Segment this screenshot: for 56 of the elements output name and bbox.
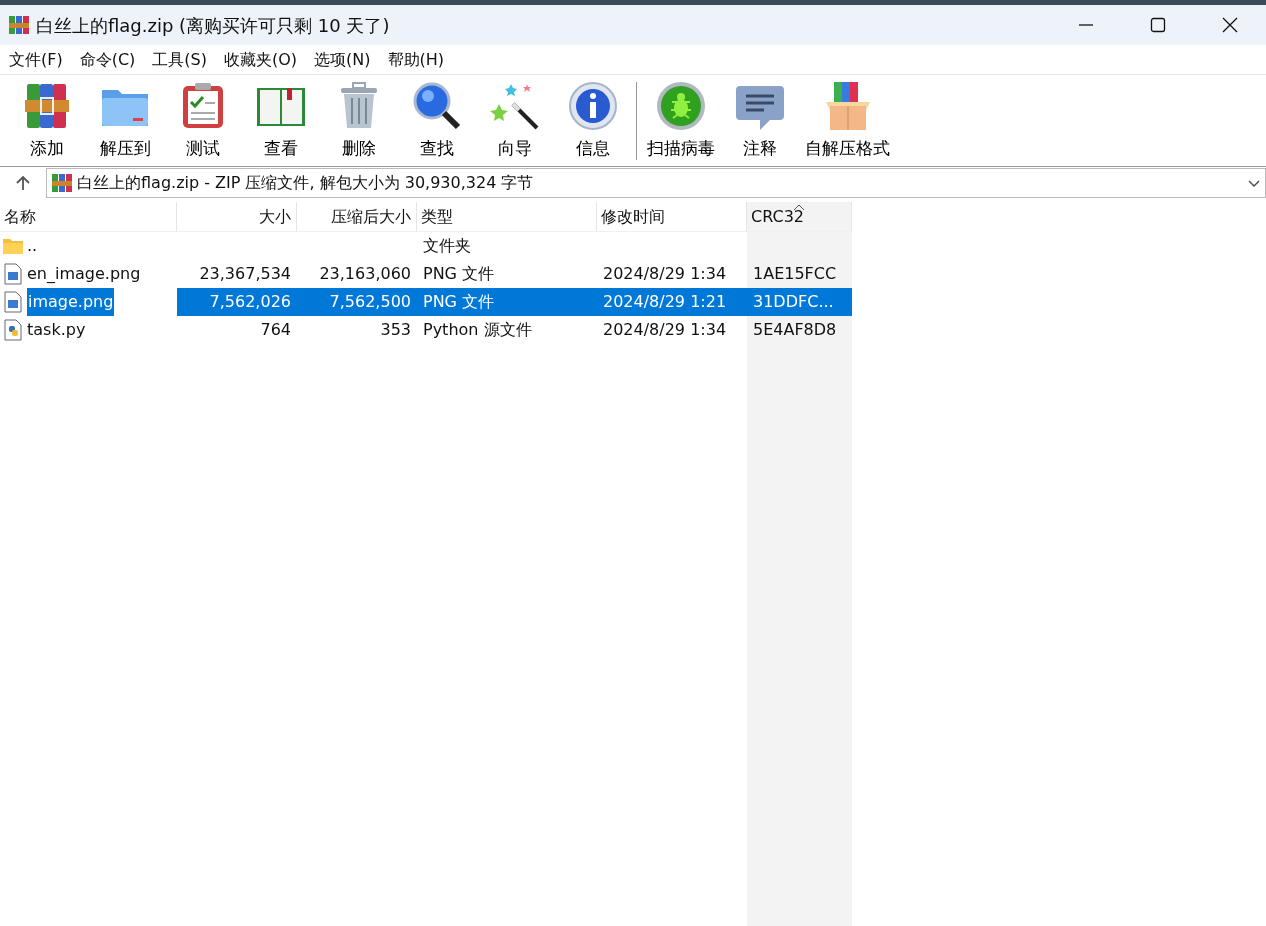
file-row-name[interactable]: task.py (0, 316, 177, 344)
close-icon (1222, 17, 1238, 33)
toolbar-button[interactable]: 查找 (398, 79, 476, 162)
table-cell: 7,562,026 (177, 288, 297, 316)
file-row-name[interactable]: en_image.png (0, 260, 177, 288)
column-header[interactable]: 名称 (0, 202, 177, 232)
toolbar-button[interactable]: 自解压格式 (799, 79, 896, 162)
image-file-icon (2, 263, 24, 285)
bug-icon (655, 79, 707, 132)
toolbar-button[interactable]: 信息 (554, 79, 632, 162)
menu-item[interactable]: 收藏夹(O) (217, 47, 308, 72)
table-cell-text: PNG 文件 (422, 263, 496, 285)
table-cell: 5E4AF8D8 (747, 316, 852, 344)
menu-item[interactable]: 命令(C) (72, 47, 146, 72)
table-cell-text: 23,163,060 (318, 263, 412, 285)
maximize-icon (1150, 17, 1166, 33)
file-row-name[interactable]: .. (0, 232, 177, 260)
menu-item[interactable]: 选项(N) (307, 47, 381, 72)
table-cell: 1AE15FCC (747, 260, 852, 288)
up-arrow-icon (14, 174, 32, 192)
toolbar-button[interactable]: 添加 (8, 79, 86, 162)
toolbar-button[interactable]: 测试 (164, 79, 242, 162)
toolbar-button[interactable]: 解压到 (86, 79, 164, 162)
archive-icon (8, 14, 30, 36)
column-header[interactable]: CRC32 (747, 202, 852, 232)
column-header[interactable]: 大小 (177, 202, 297, 232)
menu-item[interactable]: 文件(F) (2, 47, 73, 72)
toolbar-button[interactable]: 扫描病毒 (641, 79, 721, 162)
file-row-name[interactable]: image.png (0, 288, 177, 316)
column-header[interactable]: 压缩后大小 (297, 202, 417, 232)
table-cell-text: 文件夹 (422, 235, 472, 257)
table-cell-text: Python 源文件 (422, 319, 533, 341)
python-file-icon (2, 319, 24, 341)
table-cell-text: 2024/8/29 1:34 (602, 263, 728, 285)
column-header[interactable]: 类型 (417, 202, 597, 232)
toolbar-button[interactable]: 删除 (320, 79, 398, 162)
toolbar-button[interactable]: 向导 (476, 79, 554, 162)
menu-item[interactable]: 帮助(H) (380, 47, 455, 72)
window-title: 白丝上的flag.zip (离购买许可只剩 10 天了) (36, 13, 391, 38)
table-cell-text: 353 (379, 319, 412, 341)
table-cell: 31DDFC... (747, 288, 852, 316)
table-cell: 7,562,500 (297, 288, 417, 316)
info-icon (567, 79, 619, 132)
table-cell-text: 764 (259, 319, 292, 341)
address-field[interactable]: 白丝上的flag.zip - ZIP 压缩文件, 解包大小为 30,930,324 字节 (46, 168, 1266, 198)
archive-icon (51, 172, 73, 194)
minimize-icon (1078, 24, 1094, 26)
table-cell: PNG 文件 (417, 288, 597, 316)
toolbar-button[interactable]: 查看 (242, 79, 320, 162)
table-cell: 2024/8/29 1:21 (597, 288, 747, 316)
menu-item[interactable]: 工具(S) (145, 47, 217, 72)
image-file-icon (2, 291, 24, 313)
table-cell-text: 23,367,534 (198, 263, 292, 285)
sort-caret-icon (793, 203, 805, 211)
toolbar-button[interactable]: 注释 (721, 79, 799, 162)
table-cell-text: 2024/8/29 1:34 (602, 319, 728, 341)
